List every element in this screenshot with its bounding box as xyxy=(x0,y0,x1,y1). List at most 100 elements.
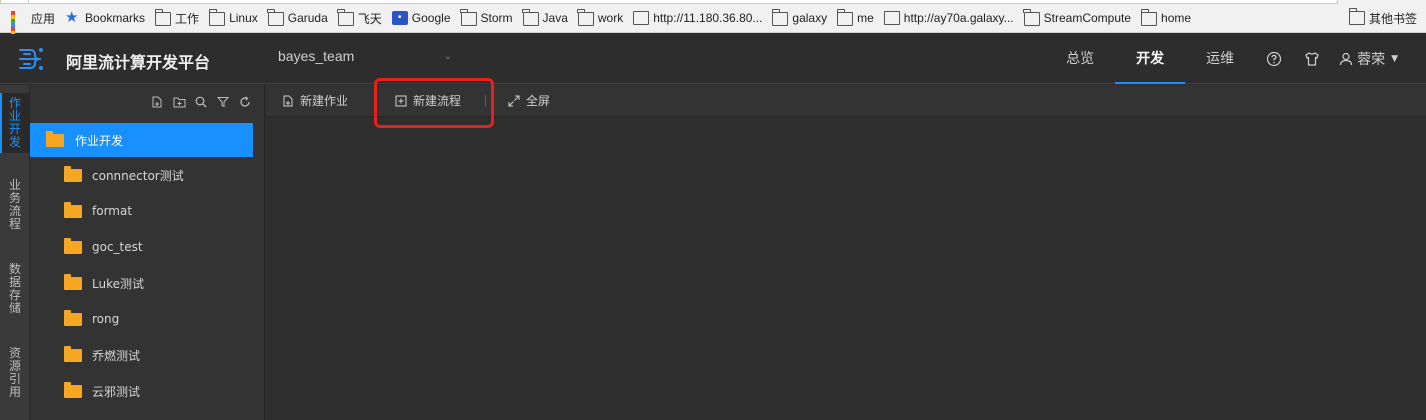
tree-item[interactable]: format xyxy=(30,193,265,229)
tree-item[interactable]: 乔燃测试 xyxy=(30,337,265,373)
bookmark-home[interactable]: home xyxy=(1136,7,1196,29)
bookmark-feitian[interactable]: 飞天 xyxy=(333,7,387,29)
bookmark-work[interactable]: work xyxy=(573,7,628,29)
new-job-button[interactable]: 新建作业 xyxy=(282,85,348,117)
side-tab-resource-ref[interactable]: 资源引用 xyxy=(0,347,30,407)
folder-open-icon xyxy=(46,130,64,147)
folder-icon xyxy=(64,273,82,290)
folder-icon xyxy=(208,9,226,26)
tree-item[interactable]: Luke测试 xyxy=(30,265,265,301)
user-name: 蓉荣 xyxy=(1357,52,1386,68)
nav-tab-ops[interactable]: 运维 xyxy=(1185,34,1255,84)
user-menu[interactable]: 蓉荣 ▼ xyxy=(1331,34,1426,84)
tree-item-label: 乔燃测试 xyxy=(92,348,141,363)
user-icon xyxy=(1339,52,1353,66)
tree-item[interactable]: rong xyxy=(30,301,265,337)
folder-icon xyxy=(1140,9,1158,26)
folder-icon xyxy=(772,9,789,26)
folder-icon xyxy=(1348,8,1365,25)
bookmark-garuda[interactable]: Garuda xyxy=(263,7,333,29)
help-icon[interactable] xyxy=(1255,34,1293,84)
bookmark-java[interactable]: Java xyxy=(518,7,573,29)
nav-tab-overview[interactable]: 总览 xyxy=(1045,34,1115,84)
app-title: 阿里流计算开发平台 xyxy=(66,53,211,72)
tree-item-label: format xyxy=(92,204,133,218)
paw-icon: • xyxy=(391,11,408,25)
filter-icon[interactable] xyxy=(212,94,234,110)
other-bookmarks[interactable]: 其他书签 xyxy=(1344,7,1422,29)
search-icon[interactable] xyxy=(190,94,212,110)
fullscreen-button[interactable]: 全屏 xyxy=(508,85,550,117)
tree-list: connnector测试 format goc_test Luke测试 rong 乔燃测试… xyxy=(30,157,265,409)
new-file-icon[interactable] xyxy=(146,94,168,110)
star-icon: ★ xyxy=(65,9,79,26)
folder-icon xyxy=(267,9,284,26)
bookmark-label: StreamCompute xyxy=(1043,11,1132,25)
side-tabs: 作业开发 业务流程 数据存储 资源引用 xyxy=(0,85,30,420)
top-nav: 总览 开发 运维 蓉荣 ▼ xyxy=(1045,34,1426,84)
tree-item[interactable]: goc_test xyxy=(30,229,265,265)
bookmark-work-cn[interactable]: 工作 xyxy=(150,7,204,29)
new-file-icon xyxy=(282,95,294,107)
bookmark-linux[interactable]: Linux xyxy=(204,7,263,29)
nav-tab-develop[interactable]: 开发 xyxy=(1115,34,1186,84)
folder-icon xyxy=(836,9,854,26)
side-tab-business-flow[interactable]: 业务流程 xyxy=(0,179,30,239)
stream-logo-icon xyxy=(19,48,43,70)
tree-toolbar xyxy=(146,94,256,110)
tree-root-node[interactable]: 作业开发 xyxy=(30,123,253,157)
tree-item[interactable]: connnector测试 xyxy=(30,157,265,193)
folder-icon xyxy=(64,345,82,362)
tree-item-label: rong xyxy=(92,312,120,326)
folder-icon xyxy=(154,9,172,26)
bookmark-http-ay70a[interactable]: http://ay70a.galaxy... xyxy=(879,7,1019,29)
apps-grid-icon xyxy=(11,11,27,47)
bookmark-label: Linux xyxy=(229,11,258,25)
shirt-icon[interactable] xyxy=(1293,34,1331,84)
folder-icon xyxy=(64,165,82,182)
bookmark-apps[interactable]: 应用 xyxy=(6,7,60,47)
page-icon xyxy=(633,11,650,25)
bookmark-label: home xyxy=(1161,11,1192,25)
side-tab-data-storage[interactable]: 数据存储 xyxy=(0,263,30,323)
page-icon xyxy=(883,11,900,25)
bookmark-label: galaxy xyxy=(792,11,828,25)
folder-icon xyxy=(1023,9,1040,26)
bookmark-label: Google xyxy=(411,11,451,25)
folder-icon xyxy=(64,309,82,326)
main-toolbar: 新建作业 新建流程 全屏 xyxy=(266,85,1426,117)
bookmark-label: Storm xyxy=(480,11,513,25)
folder-icon xyxy=(64,237,82,254)
bookmark-label: Garuda xyxy=(287,11,328,25)
tree-item-label: Luke测试 xyxy=(92,276,144,291)
bookmark-label: work xyxy=(597,11,624,25)
bookmark-label: me xyxy=(857,11,874,25)
folder-icon xyxy=(460,9,477,26)
tree-item[interactable]: 云邪测试 xyxy=(30,373,265,409)
browser-tab-strip-edge xyxy=(0,0,1426,5)
app-header: 阿里流计算开发平台 bayes_team ⌄ 总览 开发 运维 蓉荣 ▼ xyxy=(0,34,1426,84)
new-flow-label: 新建流程 xyxy=(413,94,462,108)
expand-icon xyxy=(508,95,520,107)
bookmark-me[interactable]: me xyxy=(832,7,879,29)
bookmark-google[interactable]: • Google xyxy=(387,7,456,29)
side-tab-job-dev[interactable]: 作业开发 xyxy=(0,93,30,153)
refresh-icon[interactable] xyxy=(234,94,256,110)
new-folder-icon[interactable] xyxy=(168,94,190,110)
bookmark-streamcompute[interactable]: StreamCompute xyxy=(1019,7,1136,29)
chevron-down-icon: ⌄ xyxy=(443,51,452,62)
folder-icon xyxy=(64,201,82,218)
folder-icon xyxy=(64,381,82,398)
tree-item-label: goc_test xyxy=(92,240,143,254)
new-flow-button[interactable]: 新建流程 xyxy=(395,85,461,117)
team-select[interactable]: bayes_team ⌄ xyxy=(278,48,456,70)
bookmark-bookmarks[interactable]: ★ Bookmarks xyxy=(60,7,150,29)
bookmark-http-11[interactable]: http://11.180.36.80... xyxy=(628,7,767,29)
folder-icon xyxy=(337,9,354,26)
tree-panel: 作业开发 connnector测试 format goc_test Luke测试 ron… xyxy=(30,85,265,420)
folder-icon xyxy=(577,9,594,26)
toolbar-divider xyxy=(485,94,487,107)
bookmark-galaxy[interactable]: galaxy xyxy=(767,7,832,29)
bookmark-storm[interactable]: Storm xyxy=(456,7,518,29)
bookmark-label: 应用 xyxy=(31,11,56,26)
